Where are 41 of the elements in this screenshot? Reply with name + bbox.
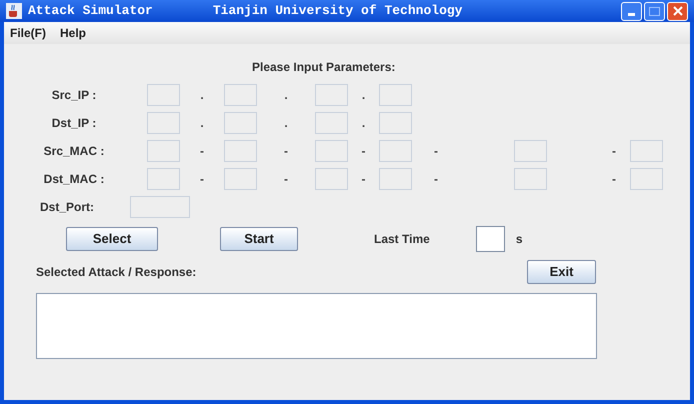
separator: . bbox=[362, 87, 366, 104]
separator: . bbox=[200, 115, 204, 132]
menu-item[interactable]: Help bbox=[60, 24, 86, 42]
minimize-icon bbox=[628, 12, 635, 16]
separator: - bbox=[200, 171, 204, 188]
separator: - bbox=[284, 171, 288, 188]
separator: . bbox=[200, 87, 204, 104]
field-label: Dst_Port: bbox=[38, 199, 95, 216]
close-icon bbox=[672, 6, 682, 16]
heading: Please Input Parameters: bbox=[252, 59, 396, 76]
button[interactable]: Select bbox=[66, 227, 158, 251]
field-label: Src_MAC : bbox=[42, 143, 106, 160]
separator: - bbox=[200, 143, 204, 160]
last-time-label: Last Time bbox=[374, 231, 430, 248]
window-subtitle: Tianjin University of Technology bbox=[212, 2, 462, 20]
unit-label: s bbox=[516, 231, 522, 248]
menu-item[interactable]: File(F) bbox=[10, 24, 46, 42]
input-field[interactable] bbox=[476, 226, 505, 252]
field-label: Src_IP : bbox=[50, 87, 98, 104]
separator: - bbox=[612, 171, 616, 188]
separator: - bbox=[362, 143, 366, 160]
field-label: Dst_MAC : bbox=[42, 171, 106, 188]
separator: - bbox=[362, 171, 366, 188]
separator: - bbox=[434, 143, 438, 160]
response-area[interactable] bbox=[36, 293, 597, 359]
separator: . bbox=[284, 115, 288, 132]
separator: . bbox=[362, 115, 366, 132]
coffee-cup-icon bbox=[6, 3, 22, 19]
separator: - bbox=[284, 143, 288, 160]
button[interactable]: Exit bbox=[527, 260, 596, 284]
button[interactable]: Start bbox=[220, 227, 298, 251]
field-label: Dst_IP : bbox=[50, 115, 98, 132]
close-button[interactable] bbox=[667, 2, 688, 20]
window-title: Attack Simulator bbox=[28, 2, 153, 20]
separator: - bbox=[434, 171, 438, 188]
minimize-button[interactable] bbox=[621, 2, 642, 20]
separator: . bbox=[284, 87, 288, 104]
maximize-button[interactable] bbox=[644, 2, 665, 20]
response-label: Selected Attack / Response: bbox=[36, 264, 196, 281]
maximize-icon bbox=[649, 6, 660, 16]
separator: - bbox=[612, 143, 616, 160]
